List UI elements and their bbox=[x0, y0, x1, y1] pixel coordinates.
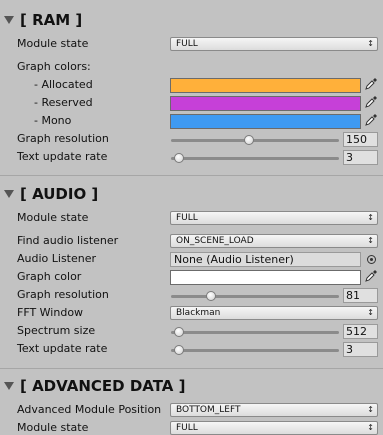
advanced-position-dropdown[interactable]: BOTTOM_LEFT ↕ bbox=[170, 403, 378, 417]
dropdown-arrows-icon: ↕ bbox=[367, 39, 374, 48]
spectrum-size-slider[interactable] bbox=[171, 331, 339, 334]
audio-graph-resolution-input[interactable]: 81 bbox=[343, 288, 378, 303]
ram-allocated-label: - Allocated bbox=[34, 78, 93, 91]
audio-graph-resolution-label: Graph resolution bbox=[17, 288, 109, 301]
ram-module-state-label: Module state bbox=[17, 37, 89, 50]
ram-module-state-value: FULL bbox=[176, 39, 198, 49]
advanced-section-title: [ ADVANCED DATA ] bbox=[20, 377, 186, 395]
audio-text-update-rate-slider[interactable] bbox=[171, 349, 339, 352]
dropdown-arrows-icon: ↕ bbox=[367, 405, 374, 414]
find-audio-listener-label: Find audio listener bbox=[17, 234, 119, 247]
fft-window-dropdown[interactable]: Blackman ↕ bbox=[170, 306, 378, 320]
spectrum-size-input[interactable]: 512 bbox=[343, 324, 378, 339]
audio-section-title: [ AUDIO ] bbox=[20, 185, 99, 203]
audio-section-header[interactable]: [ AUDIO ] bbox=[0, 184, 383, 206]
audio-text-update-rate-input[interactable]: 3 bbox=[343, 342, 378, 357]
spectrum-size-label: Spectrum size bbox=[17, 324, 96, 337]
eyedropper-icon[interactable] bbox=[364, 77, 378, 91]
slider-thumb[interactable] bbox=[174, 153, 185, 163]
ram-graph-resolution-slider[interactable] bbox=[171, 139, 339, 142]
audio-module-state-label: Module state bbox=[17, 211, 89, 224]
fft-window-label: FFT Window bbox=[17, 306, 84, 319]
slider-thumb[interactable] bbox=[205, 291, 216, 301]
eyedropper-icon[interactable] bbox=[364, 95, 378, 109]
slider-thumb[interactable] bbox=[174, 327, 185, 337]
dropdown-arrows-icon: ↕ bbox=[367, 236, 374, 245]
audio-listener-object-field[interactable]: None (Audio Listener) bbox=[170, 252, 361, 267]
ram-section-header[interactable]: [ RAM ] bbox=[0, 10, 383, 32]
audio-graph-color-label: Graph color bbox=[17, 270, 82, 283]
section-divider bbox=[0, 175, 383, 176]
ram-mono-label: - Mono bbox=[34, 114, 72, 127]
advanced-module-state-dropdown[interactable]: FULL ↕ bbox=[170, 421, 378, 435]
fft-window-value: Blackman bbox=[176, 308, 221, 318]
foldout-arrow-icon[interactable] bbox=[4, 190, 14, 198]
eyedropper-icon[interactable] bbox=[364, 269, 378, 283]
ram-module-state-dropdown[interactable]: FULL ↕ bbox=[170, 37, 378, 51]
ram-text-update-rate-label: Text update rate bbox=[17, 150, 108, 163]
audio-text-update-rate-label: Text update rate bbox=[17, 342, 108, 355]
slider-thumb[interactable] bbox=[174, 345, 185, 355]
ram-graph-resolution-label: Graph resolution bbox=[17, 132, 109, 145]
advanced-section-header[interactable]: [ ADVANCED DATA ] bbox=[0, 376, 383, 398]
foldout-arrow-icon[interactable] bbox=[4, 382, 14, 390]
ram-graph-colors-label: Graph colors: bbox=[17, 60, 91, 73]
ram-graph-resolution-input[interactable]: 150 bbox=[343, 132, 378, 147]
advanced-position-label: Advanced Module Position bbox=[17, 403, 162, 416]
audio-graph-resolution-slider[interactable] bbox=[171, 295, 339, 298]
ram-text-update-rate-slider[interactable] bbox=[171, 157, 339, 160]
audio-graph-color-field[interactable] bbox=[170, 270, 361, 285]
foldout-arrow-icon[interactable] bbox=[4, 16, 14, 24]
audio-module-state-dropdown[interactable]: FULL ↕ bbox=[170, 211, 378, 225]
audio-module-state-value: FULL bbox=[176, 213, 198, 223]
ram-section-title: [ RAM ] bbox=[20, 11, 83, 29]
dropdown-arrows-icon: ↕ bbox=[367, 213, 374, 222]
ram-text-update-rate-input[interactable]: 3 bbox=[343, 150, 378, 165]
advanced-module-state-value: FULL bbox=[176, 423, 198, 433]
advanced-position-value: BOTTOM_LEFT bbox=[176, 405, 241, 415]
slider-thumb[interactable] bbox=[243, 135, 254, 145]
ram-mono-color-field[interactable] bbox=[170, 114, 361, 129]
ram-reserved-color-field[interactable] bbox=[170, 96, 361, 111]
dropdown-arrows-icon: ↕ bbox=[367, 308, 374, 317]
ram-allocated-color-field[interactable] bbox=[170, 78, 361, 93]
dropdown-arrows-icon: ↕ bbox=[367, 423, 374, 432]
ram-reserved-label: - Reserved bbox=[34, 96, 93, 109]
find-audio-listener-value: ON_SCENE_LOAD bbox=[176, 236, 254, 246]
eyedropper-icon[interactable] bbox=[364, 113, 378, 127]
audio-listener-label: Audio Listener bbox=[17, 252, 97, 265]
section-divider bbox=[0, 368, 383, 369]
advanced-module-state-label: Module state bbox=[17, 421, 89, 434]
find-audio-listener-dropdown[interactable]: ON_SCENE_LOAD ↕ bbox=[170, 234, 378, 248]
object-picker-icon[interactable] bbox=[367, 255, 376, 264]
